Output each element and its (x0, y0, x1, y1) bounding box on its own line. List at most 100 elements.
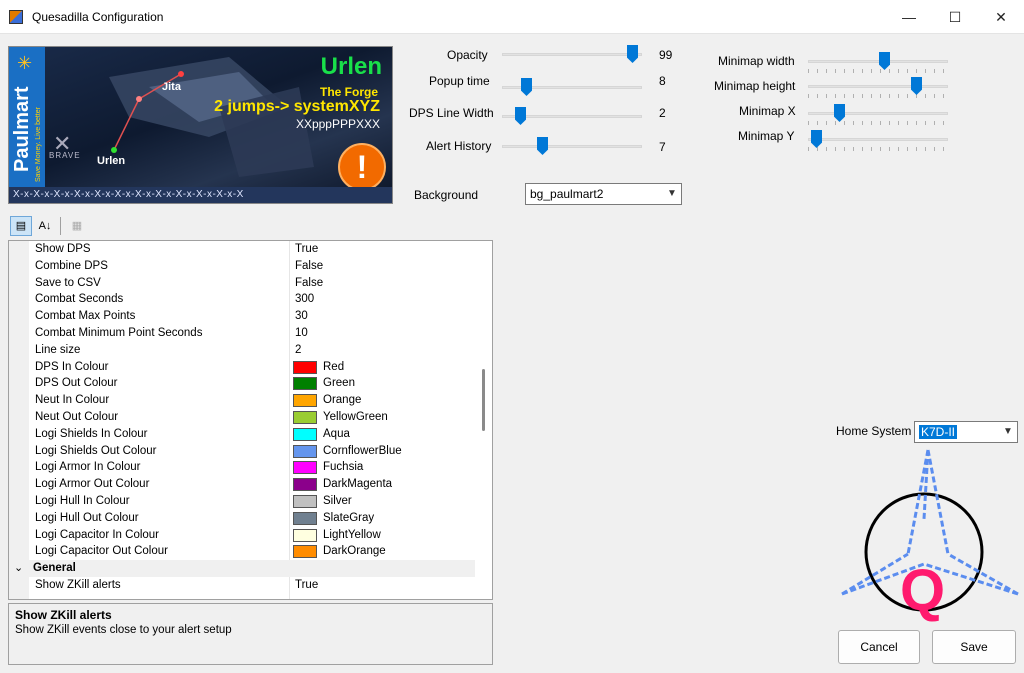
minimize-button[interactable]: — (886, 0, 932, 34)
popup-time-thumb[interactable] (521, 78, 532, 96)
property-grid[interactable]: Show DPS True Combine DPS False Save to CSV F… (8, 240, 493, 600)
save-button[interactable]: Save (932, 630, 1016, 664)
property-row[interactable]: Show ZKill alerts True (9, 577, 476, 594)
home-system-select[interactable]: K7D-II ▼ (914, 421, 1018, 443)
property-row[interactable]: Combine DPS False (9, 257, 476, 275)
popup-time-slider[interactable] (502, 78, 642, 108)
minimap-y-slider[interactable] (808, 130, 948, 160)
categorized-button[interactable]: ▤ (10, 216, 32, 236)
minimap-width-thumb[interactable] (879, 52, 890, 70)
categorized-icon: ▤ (15, 220, 27, 232)
property-value[interactable]: 300 (295, 293, 314, 305)
color-swatch (293, 394, 317, 408)
property-value[interactable]: Fuchsia (323, 461, 363, 473)
property-row[interactable] (9, 593, 476, 599)
property-value[interactable]: Silver (323, 495, 352, 507)
property-value[interactable]: Orange (323, 394, 361, 406)
category-row-general[interactable]: ⌄ General (9, 560, 476, 577)
dps-line-width-thumb[interactable] (515, 107, 526, 125)
property-name: Logi Capacitor In Colour (35, 528, 160, 541)
property-name: Logi Capacitor Out Colour (35, 545, 168, 558)
alert-history-slider[interactable] (502, 137, 642, 167)
property-row[interactable]: Logi Shields Out Colour CornflowerBlue (9, 442, 476, 460)
background-select[interactable]: bg_paulmart2 ▼ (525, 183, 682, 205)
property-value[interactable]: True (295, 243, 318, 255)
cancel-button[interactable]: Cancel (838, 630, 920, 664)
property-value[interactable]: 2 (295, 344, 301, 356)
property-row[interactable]: Save to CSV False (9, 274, 476, 292)
property-pages-button[interactable]: ▦ (66, 216, 88, 236)
property-row[interactable]: Neut In Colour Orange (9, 392, 476, 409)
dps-line-width-value: 2 (659, 106, 666, 120)
property-help-box: Show ZKill alerts Show ZKill events clos… (8, 603, 493, 665)
dps-line-width-slider[interactable] (502, 107, 642, 137)
property-row[interactable]: Logi Armor In Colour Fuchsia (9, 459, 476, 477)
minimap-y-thumb[interactable] (811, 130, 822, 148)
property-value[interactable]: 30 (295, 310, 308, 322)
property-row[interactable]: DPS Out Colour Green (9, 375, 476, 393)
property-row[interactable]: Logi Hull In Colour Silver (9, 493, 476, 510)
maximize-button[interactable]: ☐ (932, 0, 978, 34)
property-row[interactable]: DPS In Colour Red (9, 358, 476, 376)
property-value[interactable]: SlateGray (323, 512, 374, 524)
config-window: ✳ Paulmart Save Money. Live better Jita … (0, 34, 1024, 673)
property-row[interactable]: Logi Armor Out Colour DarkMagenta (9, 476, 476, 493)
property-value[interactable]: DarkMagenta (323, 478, 392, 490)
property-name: Combine DPS (35, 259, 108, 272)
alphabetical-button[interactable]: A↓ (34, 216, 56, 236)
color-swatch (293, 411, 317, 424)
property-grid-toolbar: ▤ A↓ ▦ (8, 214, 493, 238)
property-value[interactable]: LightYellow (323, 529, 381, 541)
brand-name: Paulmart (11, 86, 33, 172)
property-value[interactable]: Green (323, 377, 355, 389)
app-icon (9, 10, 23, 24)
property-value[interactable]: Red (323, 361, 344, 373)
property-value[interactable]: False (295, 277, 323, 289)
property-value[interactable]: YellowGreen (323, 411, 388, 423)
property-row[interactable]: Combat Minimum Point Seconds 10 (9, 325, 476, 342)
property-row[interactable]: Logi Hull Out Colour SlateGray (9, 509, 476, 527)
opacity-slider[interactable] (502, 45, 642, 75)
minimap-height-thumb[interactable] (911, 77, 922, 95)
region-name: The Forge (319, 85, 378, 99)
property-row[interactable]: Neut Out Colour YellowGreen (9, 409, 476, 426)
property-value[interactable]: 10 (295, 327, 308, 339)
current-system: Urlen (320, 53, 382, 80)
alert-history-thumb[interactable] (537, 137, 548, 155)
opacity-thumb[interactable] (627, 45, 638, 63)
property-name: Save to CSV (35, 276, 101, 289)
property-row[interactable]: Show DPS True (9, 241, 476, 258)
property-value[interactable]: DarkOrange (323, 545, 386, 557)
property-row[interactable]: Combat Seconds 300 (9, 291, 476, 309)
scrollbar-thumb[interactable] (482, 369, 485, 431)
home-system-value: K7D-II (919, 425, 958, 439)
minimap-height-label: Minimap height (714, 79, 796, 93)
collapse-chevron-icon[interactable]: ⌄ (14, 561, 23, 574)
property-value[interactable]: True (295, 579, 318, 591)
route-code: XXpppPPPXXX (295, 117, 380, 131)
property-value[interactable]: CornflowerBlue (323, 445, 402, 457)
window-title: Quesadilla Configuration (32, 10, 164, 24)
property-name: DPS In Colour (35, 360, 109, 373)
svg-text:Q: Q (900, 558, 945, 623)
property-row[interactable]: Line size 2 (9, 341, 476, 359)
minimap-height-slider[interactable] (808, 77, 948, 107)
property-row[interactable]: Combat Max Points 30 (9, 308, 476, 325)
banner-footer: X-x-X-x-X-x-X-x-X-x-X-x-X-x-X-x-X-x-X-x-… (9, 187, 392, 203)
minimap-width-label: Minimap width (718, 54, 795, 68)
property-row[interactable]: Logi Capacitor In Colour LightYellow (9, 526, 476, 544)
minimap-y-label: Minimap Y (738, 129, 795, 143)
property-row[interactable]: Logi Capacitor Out Colour DarkOrange (9, 543, 476, 561)
property-value[interactable]: Aqua (323, 428, 350, 440)
property-name: Show DPS (35, 243, 91, 255)
property-row[interactable]: Logi Shields In Colour Aqua (9, 425, 476, 443)
grid-scrollbar[interactable] (475, 241, 492, 599)
color-swatch (293, 545, 317, 559)
color-swatch (293, 528, 317, 542)
property-value[interactable]: False (295, 260, 323, 272)
alliance-name: BRAVE (49, 151, 81, 160)
help-title: Show ZKill alerts (15, 608, 112, 622)
property-name: Logi Hull In Colour (35, 495, 130, 507)
minimap-x-thumb[interactable] (834, 104, 845, 122)
close-button[interactable]: ✕ (978, 0, 1024, 34)
